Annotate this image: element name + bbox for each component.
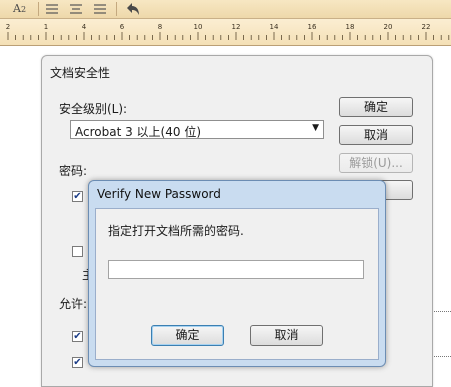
ruler-tick-label: 12 bbox=[232, 23, 241, 31]
subscript-letter: A bbox=[13, 2, 21, 15]
verify-cancel-button[interactable]: 取消 bbox=[250, 325, 323, 346]
verify-password-dialog: Verify New Password 指定打开文档所需的密码. 确定 取消 bbox=[88, 180, 386, 367]
ruler-tick-label: 4 bbox=[82, 23, 87, 31]
ruler-tick-label: 14 bbox=[270, 23, 279, 31]
ruler-tick-label: 1 bbox=[44, 23, 48, 31]
align-left-icon[interactable] bbox=[45, 1, 59, 17]
undo-icon[interactable] bbox=[123, 1, 141, 17]
formatting-toolbar: A2 bbox=[0, 0, 451, 19]
align-center-icon[interactable] bbox=[69, 1, 83, 17]
ruler-scale: 21468101214161820222 bbox=[6, 23, 450, 40]
password-checkbox[interactable]: ✔ bbox=[72, 191, 83, 202]
password-section-label: 密码: bbox=[59, 164, 88, 178]
ruler-tick-label: 20 bbox=[384, 23, 393, 31]
verify-dialog-body: 指定打开文档所需的密码. 确定 取消 bbox=[95, 208, 379, 360]
permission-password-checkbox[interactable] bbox=[72, 246, 83, 257]
ruler-tick-label: 6 bbox=[120, 23, 125, 31]
permissions-section-label: 允许: bbox=[59, 297, 88, 311]
unlock-button[interactable]: 解锁(U)... bbox=[339, 153, 413, 173]
dotted-guide-line bbox=[432, 311, 451, 312]
ruler-tick-label: 16 bbox=[308, 23, 317, 31]
ruler-tick-label: 22 bbox=[422, 23, 431, 31]
ruler-tick-label: 8 bbox=[158, 23, 162, 31]
toolbar-separator bbox=[38, 2, 39, 16]
align-right-icon[interactable] bbox=[93, 1, 107, 17]
toolbar-separator bbox=[116, 2, 117, 16]
security-level-select[interactable]: Acrobat 3 以上(40 位) ▼ bbox=[70, 120, 324, 139]
allow-checkbox-1[interactable]: ✔ bbox=[72, 331, 83, 342]
verify-ok-button[interactable]: 确定 bbox=[151, 325, 224, 346]
cancel-button[interactable]: 取消 bbox=[339, 125, 413, 145]
password-input[interactable] bbox=[108, 260, 364, 279]
allow-checkbox-2[interactable]: ✔ bbox=[72, 357, 83, 368]
security-level-label: 安全级别(L): bbox=[59, 102, 128, 116]
verify-dialog-title: Verify New Password bbox=[97, 187, 221, 201]
dialog-title: 文档安全性 bbox=[50, 66, 111, 80]
dotted-guide-line bbox=[432, 356, 451, 357]
ruler-tick-label: 10 bbox=[194, 23, 203, 31]
verify-prompt-text: 指定打开文档所需的密码. bbox=[108, 224, 244, 238]
subscript-mark: 2 bbox=[20, 5, 27, 14]
security-level-value: Acrobat 3 以上(40 位) bbox=[75, 125, 201, 139]
horizontal-ruler[interactable]: 21468101214161820222 bbox=[0, 19, 451, 46]
ruler-tick-label: 2 bbox=[6, 23, 10, 31]
ruler-tick-label: 18 bbox=[346, 23, 355, 31]
subscript-button[interactable]: A2 bbox=[13, 2, 26, 18]
ok-button[interactable]: 确定 bbox=[339, 97, 413, 117]
chevron-down-icon: ▼ bbox=[312, 123, 319, 133]
